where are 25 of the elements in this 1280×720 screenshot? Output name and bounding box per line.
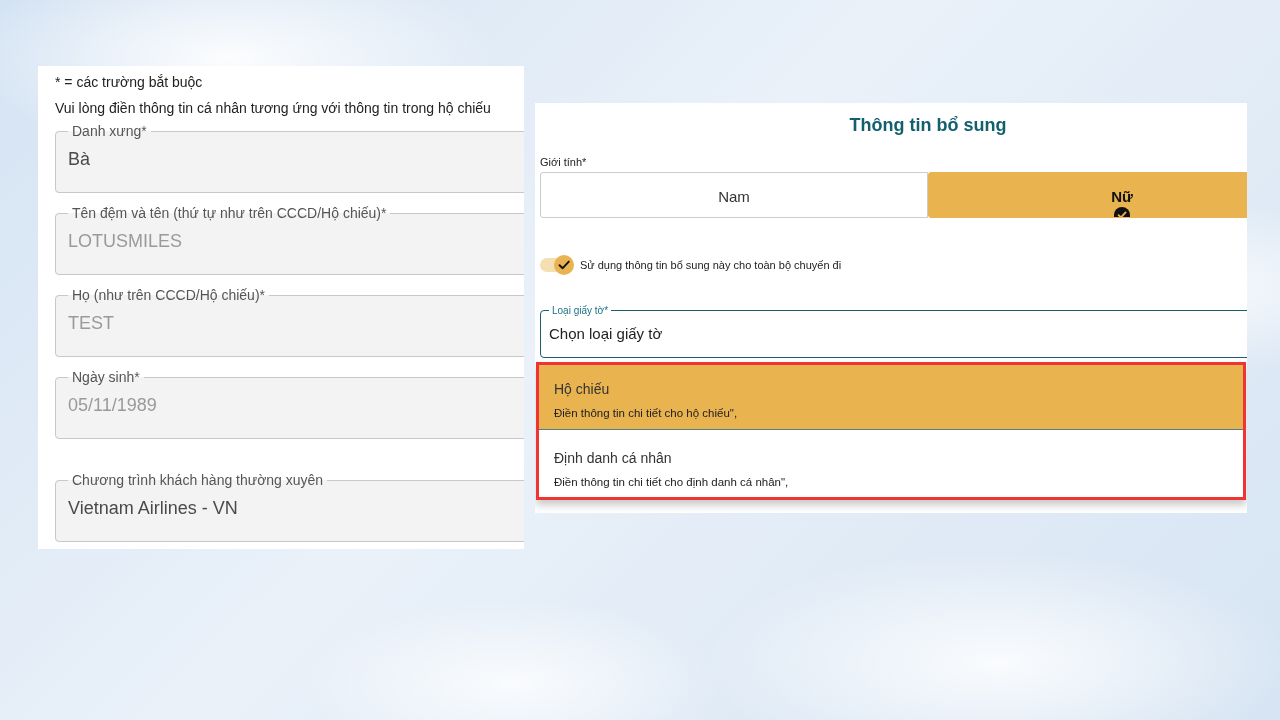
- gender-button[interactable]: Nam: [540, 172, 928, 218]
- field-label: Loại giấy tờ*: [551, 304, 610, 317]
- field-value: Bà: [68, 147, 91, 171]
- field-label: Họ (như trên CCCD/Hộ chiếu)*: [71, 287, 266, 304]
- text-field[interactable]: Chương trình khách hàng thường xuyên Vietnam Airlines - VN: [55, 472, 524, 542]
- field-label: Chương trình khách hàng thường xuyên: [71, 472, 325, 489]
- gender-label: Giới tính*: [540, 155, 587, 169]
- field-value: TEST: [68, 311, 114, 335]
- gender-button[interactable]: Nữ: [928, 172, 1247, 218]
- toggle-switch[interactable]: [540, 255, 575, 275]
- field-value: LOTUSMILES: [68, 229, 183, 253]
- field-value: Vietnam Airlines - VN: [68, 496, 238, 520]
- field-label: Ngày sinh*: [71, 369, 141, 386]
- field-label: Tên đệm và tên (thứ tự như trên CCCD/Hộ chiếu)*: [71, 205, 388, 222]
- dropdown-option[interactable]: Hộ chiếu Điền thông tin chi tiết cho hộ chiếu",: [539, 365, 1243, 429]
- field-label: Danh xưng*: [71, 123, 148, 140]
- switch-label: Sử dụng thông tin bổ sung này cho toàn bộ chuyến đi: [580, 258, 842, 272]
- text-field[interactable]: Danh xưng* Bà: [55, 123, 524, 193]
- check-circle-icon: [554, 255, 574, 275]
- required-note: * = các trường bắt buộc: [55, 73, 204, 91]
- select-field[interactable]: Loại giấy tờ* Chọn loại giấy tờ: [540, 304, 1247, 358]
- field-value: 05/11/1989: [68, 393, 157, 417]
- instruction-text: Vui lòng điền thông tin cá nhân tương ứng với thông tin trong hộ chiếu: [55, 99, 492, 117]
- section-title: Thông tin bổ sung: [848, 114, 1008, 137]
- dropdown-option[interactable]: Định danh cá nhân Điền thông tin chi tiết cho định danh cá nhân",: [539, 429, 1243, 497]
